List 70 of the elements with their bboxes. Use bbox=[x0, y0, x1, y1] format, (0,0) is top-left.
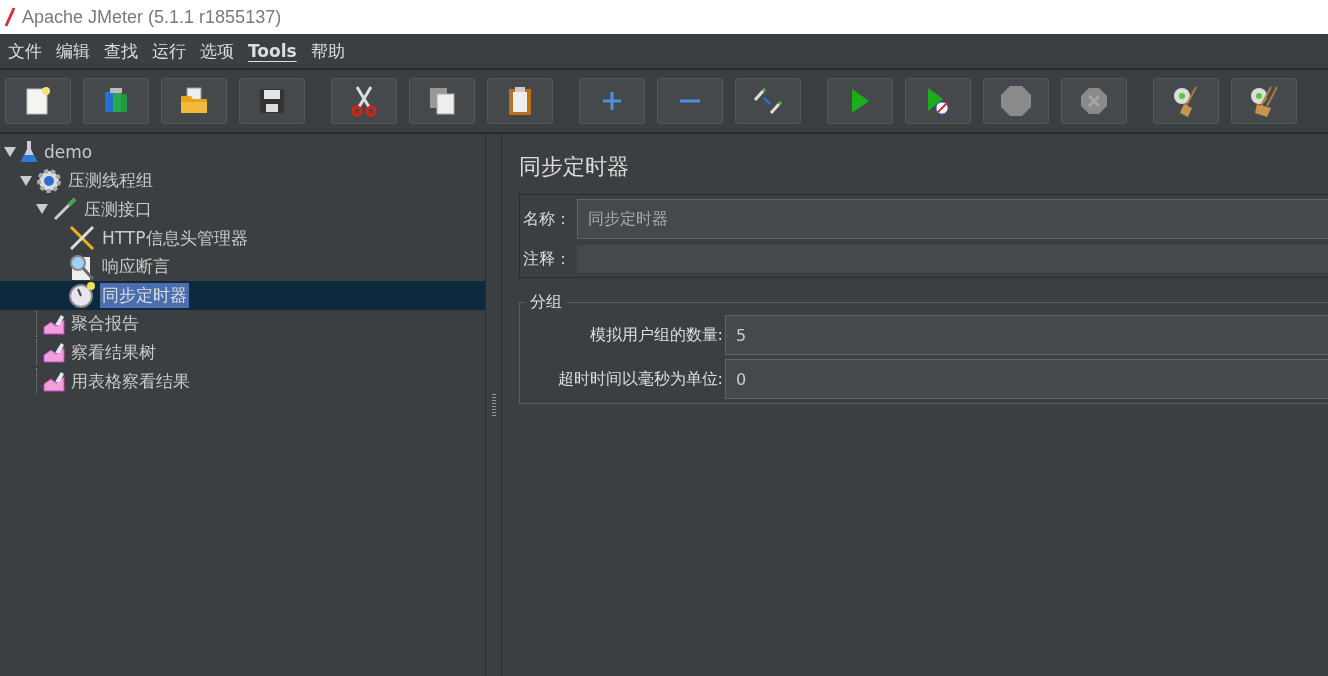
chart-icon bbox=[43, 341, 65, 364]
stop-sign-icon bbox=[1000, 85, 1032, 117]
tree-row[interactable]: 压测线程组 bbox=[0, 166, 485, 196]
toolbar-button[interactable] bbox=[905, 78, 971, 124]
field-label: 名称： bbox=[523, 208, 571, 230]
menu-item[interactable]: 运行 bbox=[146, 39, 194, 63]
play-icon bbox=[850, 88, 870, 114]
tree-item-label: demo bbox=[43, 141, 94, 164]
pipette-icon bbox=[52, 196, 78, 223]
menu-item[interactable]: 编辑 bbox=[50, 39, 98, 63]
minus-icon bbox=[679, 98, 701, 104]
toolbar-button[interactable] bbox=[735, 78, 801, 124]
expanded-arrow-icon[interactable] bbox=[36, 204, 48, 215]
magnifier-page-icon bbox=[68, 252, 96, 281]
expanded-arrow-icon[interactable] bbox=[20, 175, 32, 186]
menu-item[interactable]: Tools bbox=[242, 41, 305, 61]
number-input[interactable]: 0 bbox=[725, 359, 1328, 399]
toolbar-button[interactable] bbox=[331, 78, 397, 124]
toolbar-button[interactable] bbox=[161, 78, 227, 124]
chart-icon bbox=[43, 370, 65, 393]
play-clock-icon bbox=[926, 87, 950, 115]
menu-item[interactable]: 文件 bbox=[2, 39, 50, 63]
number-input[interactable]: 5 bbox=[725, 315, 1328, 355]
chart-icon bbox=[43, 312, 65, 335]
toolbar-button[interactable] bbox=[5, 78, 71, 124]
tree-item-label: 察看结果树 bbox=[70, 340, 157, 364]
folder-icon bbox=[178, 86, 210, 116]
tree-row[interactable]: 同步定时器 bbox=[0, 280, 485, 310]
copy-pages-icon bbox=[427, 86, 457, 116]
field-label: 超时时间以毫秒为单位: bbox=[556, 368, 723, 390]
pipettes-arrow-icon bbox=[751, 86, 785, 116]
field-label: 注释： bbox=[523, 248, 571, 270]
tree-row[interactable]: 压测接口 bbox=[0, 195, 485, 224]
scissors-icon bbox=[349, 85, 379, 117]
tree-item-label: 同步定时器 bbox=[100, 282, 189, 308]
octagon-x-icon bbox=[1080, 87, 1108, 115]
toolbar-button[interactable] bbox=[239, 78, 305, 124]
menu-item[interactable]: 查找 bbox=[98, 39, 146, 63]
expanded-arrow-icon[interactable] bbox=[4, 147, 16, 158]
tree-item-label: 聚合报告 bbox=[70, 312, 140, 336]
window-title: Apache JMeter (5.1.1 r1855137) bbox=[22, 6, 282, 28]
tree-item-label: 压测线程组 bbox=[67, 169, 154, 193]
feather-icon bbox=[4, 7, 16, 27]
toolbar-button[interactable] bbox=[487, 78, 553, 124]
menu-item[interactable]: 帮助 bbox=[304, 39, 353, 63]
gear-icon bbox=[36, 167, 62, 194]
wrench-screwdriver-icon bbox=[68, 224, 96, 253]
tree-row[interactable]: HTTP信息头管理器 bbox=[0, 223, 485, 253]
tree-row[interactable]: 用表格察看结果 bbox=[0, 366, 485, 396]
tree-item-label: 压测接口 bbox=[83, 198, 153, 221]
tree-item-label: 响应断言 bbox=[101, 255, 171, 279]
toolbar-button[interactable] bbox=[1153, 78, 1219, 124]
tree-row[interactable]: 聚合报告 bbox=[0, 309, 485, 339]
stopwatch-icon bbox=[68, 281, 96, 310]
tree-row[interactable]: 察看结果树 bbox=[0, 338, 485, 367]
tree-item-label: 用表格察看结果 bbox=[70, 369, 191, 393]
clipboard-icon bbox=[506, 86, 534, 116]
menu-item[interactable]: 选项 bbox=[194, 39, 242, 63]
toolbar-button[interactable] bbox=[409, 78, 475, 124]
flask-icon bbox=[20, 140, 38, 165]
toolbar-button[interactable] bbox=[1231, 78, 1297, 124]
plus-icon bbox=[601, 90, 623, 112]
tree-row[interactable]: demo bbox=[0, 138, 485, 167]
tree-row[interactable]: 响应断言 bbox=[0, 252, 485, 281]
field-label: 模拟用户组的数量: bbox=[588, 324, 723, 346]
panel-title: 同步定时器 bbox=[519, 153, 630, 181]
blank-page-icon bbox=[24, 86, 52, 116]
tree-item-label: HTTP信息头管理器 bbox=[101, 226, 249, 250]
name-input[interactable]: 同步定时器 bbox=[577, 199, 1328, 239]
group-title: 分组 bbox=[529, 292, 563, 313]
